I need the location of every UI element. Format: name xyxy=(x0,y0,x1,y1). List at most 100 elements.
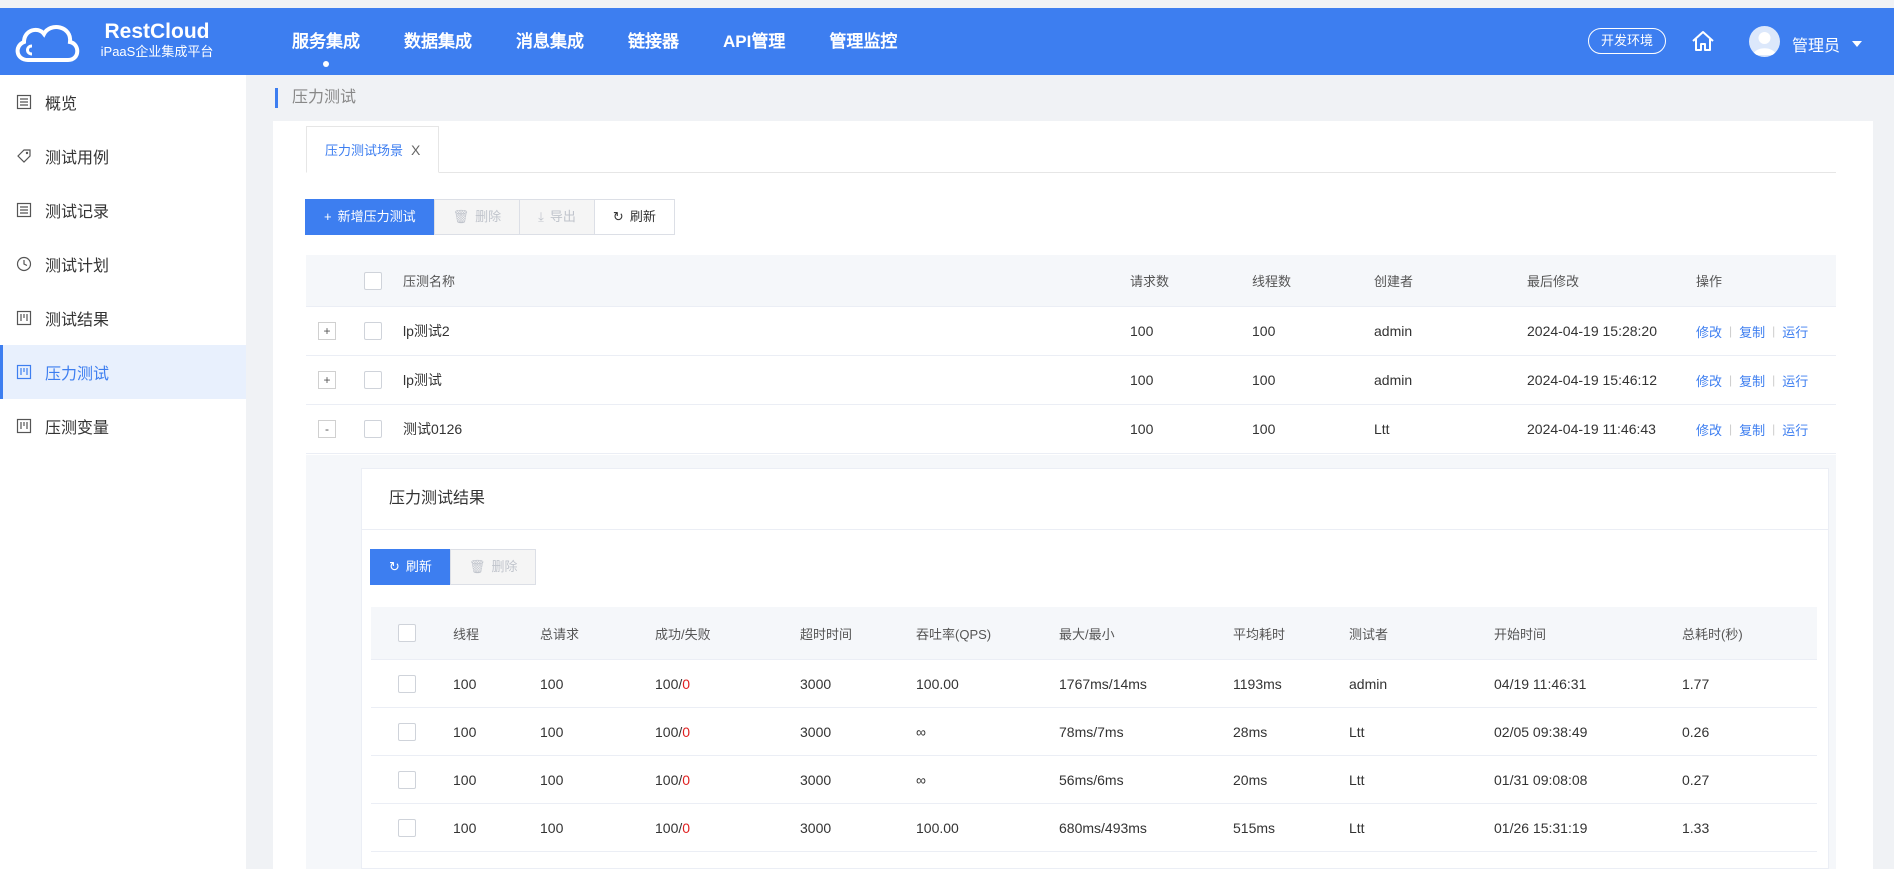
cell-maxmin: 56ms/6ms xyxy=(1059,771,1124,788)
cell-qps: ∞ xyxy=(916,723,926,740)
row-checkbox[interactable] xyxy=(398,722,416,741)
brand-name: RestCloud xyxy=(104,20,210,43)
avatar[interactable] xyxy=(1749,26,1780,57)
cell-maxmin: 78ms/7ms xyxy=(1059,723,1124,740)
edit-link[interactable]: 修改 xyxy=(1696,322,1722,341)
user-name[interactable]: 管理员 xyxy=(1792,32,1840,56)
select-all-checkbox[interactable] xyxy=(398,624,416,642)
table-row: + lp测试2 100 100 admin 2024-04-19 15:28:2… xyxy=(306,307,1836,356)
table-row: + lp测试 100 100 admin 2024-04-19 15:46:12… xyxy=(306,356,1836,405)
cell-threads: 100 xyxy=(1252,372,1276,388)
cell-success-fail: 100/0 xyxy=(655,675,691,692)
cell-timeout: 3000 xyxy=(800,675,832,692)
refresh-icon: ↻ xyxy=(389,559,400,574)
sidebar-item-test-records[interactable]: 测试记录 xyxy=(0,183,246,237)
run-link[interactable]: 运行 xyxy=(1782,322,1808,341)
results-panel: 压力测试结果 ↻ 刷新 🗑 删除 线程 总请求 成功/失败 超时时间 吞吐率(QPS… xyxy=(361,468,1829,869)
cell-name: lp测试2 xyxy=(403,323,450,339)
row-checkbox[interactable] xyxy=(364,420,382,438)
cell-maxmin: 680ms/493ms xyxy=(1059,819,1147,836)
caret-down-icon[interactable] xyxy=(1852,41,1862,47)
results-delete-button[interactable]: 🗑 删除 xyxy=(449,549,537,585)
collapse-toggle[interactable]: - xyxy=(318,420,336,438)
cell-success-fail: 100/0 xyxy=(655,771,691,788)
cell-requests: 100 xyxy=(1130,372,1154,388)
clock-icon xyxy=(16,256,32,272)
col-avg: 平均耗时 xyxy=(1233,626,1286,642)
edit-link[interactable]: 修改 xyxy=(1696,420,1722,439)
nav-api-management[interactable]: API管理 xyxy=(701,8,807,75)
col-qps: 吞吐率(QPS) xyxy=(916,626,992,642)
col-maxmin: 最大/最小 xyxy=(1059,626,1115,642)
col-requests: 请求数 xyxy=(1130,274,1170,289)
close-icon[interactable]: X xyxy=(411,142,420,158)
col-total: 总请求 xyxy=(540,626,580,642)
row-checkbox[interactable] xyxy=(364,322,382,340)
cell-creator: admin xyxy=(1374,372,1413,388)
nav-data-integration[interactable]: 数据集成 xyxy=(382,8,494,75)
sidebar-item-test-plan[interactable]: 测试计划 xyxy=(0,237,246,291)
result-row: 100 100 100/0 3000 ∞ 56ms/6ms 20ms Ltt 0… xyxy=(371,756,1817,804)
edit-link[interactable]: 修改 xyxy=(1696,371,1722,390)
cell-total: 100 xyxy=(540,819,564,836)
cell-threads: 100 xyxy=(453,771,477,788)
cell-threads: 100 xyxy=(453,723,477,740)
cell-tester: Ltt xyxy=(1349,723,1365,740)
sidebar-item-stress-test[interactable]: 压力测试 xyxy=(0,345,246,399)
cell-avg: 1193ms xyxy=(1233,675,1282,692)
result-row: 100 100 100/0 3000 ∞ 78ms/7ms 28ms Ltt 0… xyxy=(371,708,1817,756)
action-divider: | xyxy=(1772,422,1776,436)
cell-total: 100 xyxy=(540,723,564,740)
cell-duration: 1.77 xyxy=(1682,675,1710,692)
tab-label: 压力测试场景 xyxy=(325,143,404,158)
environment-badge[interactable]: 开发环境 xyxy=(1588,28,1667,54)
cell-tester: Ltt xyxy=(1349,771,1365,788)
row-checkbox[interactable] xyxy=(398,818,416,837)
row-checkbox[interactable] xyxy=(398,770,416,789)
cloud-logo-icon xyxy=(15,25,80,62)
sidebar-item-label: 压力测试 xyxy=(45,366,110,383)
row-checkbox[interactable] xyxy=(364,371,382,389)
nav-connector[interactable]: 链接器 xyxy=(606,8,701,75)
nav-message-integration[interactable]: 消息集成 xyxy=(494,8,606,75)
cell-maxmin: 1767ms/14ms xyxy=(1059,675,1147,692)
nav-service-integration[interactable]: 服务集成 xyxy=(270,8,382,75)
cell-start: 01/26 15:31:19 xyxy=(1494,819,1588,836)
expand-toggle[interactable]: + xyxy=(318,371,336,389)
cell-threads: 100 xyxy=(1252,421,1276,437)
cell-avg: 20ms xyxy=(1233,771,1268,788)
col-success-fail: 成功/失败 xyxy=(655,626,711,642)
breadcrumb: 压力测试 xyxy=(275,88,356,108)
select-all-checkbox[interactable] xyxy=(364,271,382,290)
delete-button[interactable]: 🗑 删除 xyxy=(433,199,521,235)
tab-stress-scenario[interactable]: 压力测试场景 X xyxy=(306,126,440,173)
results-header: 线程 总请求 成功/失败 超时时间 吞吐率(QPS) 最大/最小 平均耗时 测试… xyxy=(371,607,1817,660)
cell-threads: 100 xyxy=(1252,323,1276,339)
home-icon[interactable] xyxy=(1690,28,1716,54)
sidebar-item-test-cases[interactable]: 测试用例 xyxy=(0,129,246,183)
cell-start: 01/31 09:08:08 xyxy=(1494,771,1588,788)
copy-link[interactable]: 复制 xyxy=(1739,371,1765,390)
row-checkbox[interactable] xyxy=(398,674,416,693)
sidebar-item-overview[interactable]: 概览 xyxy=(0,75,246,129)
results-refresh-button[interactable]: ↻ 刷新 xyxy=(370,549,451,585)
cell-start: 02/05 09:38:49 xyxy=(1494,723,1588,740)
expand-toggle[interactable]: + xyxy=(318,322,336,340)
export-button[interactable]: ⤓ 导出 xyxy=(519,199,595,235)
sidebar-item-stress-variables[interactable]: 压测变量 xyxy=(0,399,246,453)
sidebar-item-test-results[interactable]: 测试结果 xyxy=(0,291,246,345)
col-creator: 创建者 xyxy=(1374,274,1414,289)
run-link[interactable]: 运行 xyxy=(1782,371,1808,390)
nav-monitoring[interactable]: 管理监控 xyxy=(807,8,919,75)
table-header: 压测名称 请求数 线程数 创建者 最后修改 操作 xyxy=(306,255,1836,307)
run-link[interactable]: 运行 xyxy=(1782,420,1808,439)
cell-modified: 2024-04-19 15:46:12 xyxy=(1527,372,1657,388)
refresh-button[interactable]: ↻ 刷新 xyxy=(593,199,675,235)
add-stress-test-button[interactable]: + 新增压力测试 xyxy=(305,199,435,235)
action-divider: | xyxy=(1729,324,1733,338)
copy-link[interactable]: 复制 xyxy=(1739,322,1765,341)
stress-test-table: 压测名称 请求数 线程数 创建者 最后修改 操作 + lp测试2 100 100… xyxy=(306,255,1836,454)
copy-link[interactable]: 复制 xyxy=(1739,420,1765,439)
col-name: 压测名称 xyxy=(403,274,456,289)
cell-name: 测试0126 xyxy=(403,421,463,437)
